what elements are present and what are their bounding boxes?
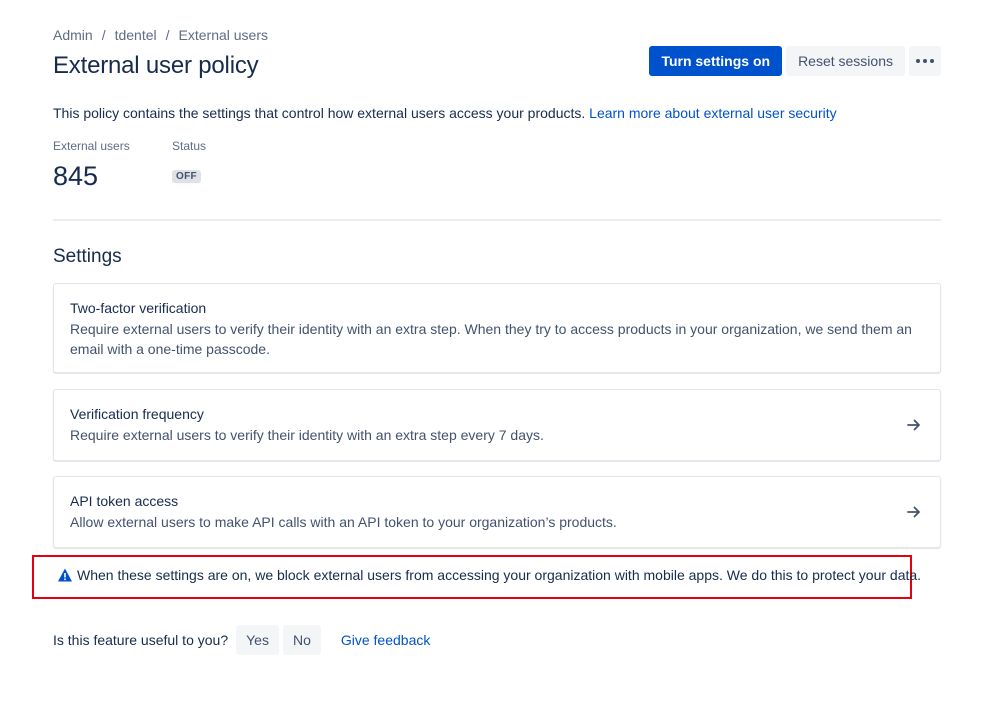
external-users-label: External users <box>53 139 130 153</box>
feedback-bar: Is this feature useful to you? Yes No Gi… <box>53 625 430 655</box>
feedback-no-button[interactable]: No <box>282 625 321 655</box>
breadcrumb-item-external-users[interactable]: External users <box>179 27 268 43</box>
card-description: Allow external users to make API calls w… <box>70 514 617 530</box>
page-title: External user policy <box>53 52 259 79</box>
breadcrumb-separator: / <box>101 27 106 43</box>
policy-description: This policy contains the settings that c… <box>53 105 837 121</box>
more-actions-button[interactable] <box>909 46 941 76</box>
card-description: Require external users to verify their i… <box>70 427 544 443</box>
turn-settings-on-button[interactable]: Turn settings on <box>649 46 783 76</box>
warning-icon <box>58 568 72 582</box>
verification-frequency-card[interactable]: Verification frequency Require external … <box>53 389 941 461</box>
mobile-warning: When these settings are on, we block ext… <box>57 567 921 583</box>
breadcrumb-item-admin[interactable]: Admin <box>53 27 93 43</box>
card-title: API token access <box>70 493 179 509</box>
warning-text: When these settings are on, we block ext… <box>77 567 922 583</box>
feedback-yes-button[interactable]: Yes <box>236 625 279 655</box>
status-badge: OFF <box>172 170 201 183</box>
external-users-count: 845 <box>53 161 99 191</box>
more-horizontal-icon <box>916 59 934 63</box>
api-token-access-card[interactable]: API token access Allow external users to… <box>53 476 941 548</box>
divider <box>53 219 941 221</box>
card-title: Two-factor verification <box>70 300 207 316</box>
card-description: Require external users to verify their i… <box>70 321 912 357</box>
give-feedback-link[interactable]: Give feedback <box>341 632 431 648</box>
learn-more-link[interactable]: Learn more about external user security <box>589 105 836 121</box>
two-factor-card: Two-factor verification Require external… <box>53 283 941 373</box>
policy-description-text: This policy contains the settings that c… <box>53 105 586 121</box>
arrow-right-icon[interactable] <box>906 417 922 433</box>
feedback-question: Is this feature useful to you? <box>53 632 229 648</box>
breadcrumb-item-org[interactable]: tdentel <box>115 27 157 43</box>
breadcrumb-separator: / <box>165 27 170 43</box>
card-title: Verification frequency <box>70 406 204 422</box>
reset-sessions-button[interactable]: Reset sessions <box>786 46 905 76</box>
breadcrumb: Admin / tdentel / External users <box>53 27 268 43</box>
header-actions: Turn settings on Reset sessions <box>649 46 941 76</box>
settings-heading: Settings <box>53 246 122 267</box>
arrow-right-icon[interactable] <box>906 504 922 520</box>
status-label: Status <box>172 139 207 153</box>
